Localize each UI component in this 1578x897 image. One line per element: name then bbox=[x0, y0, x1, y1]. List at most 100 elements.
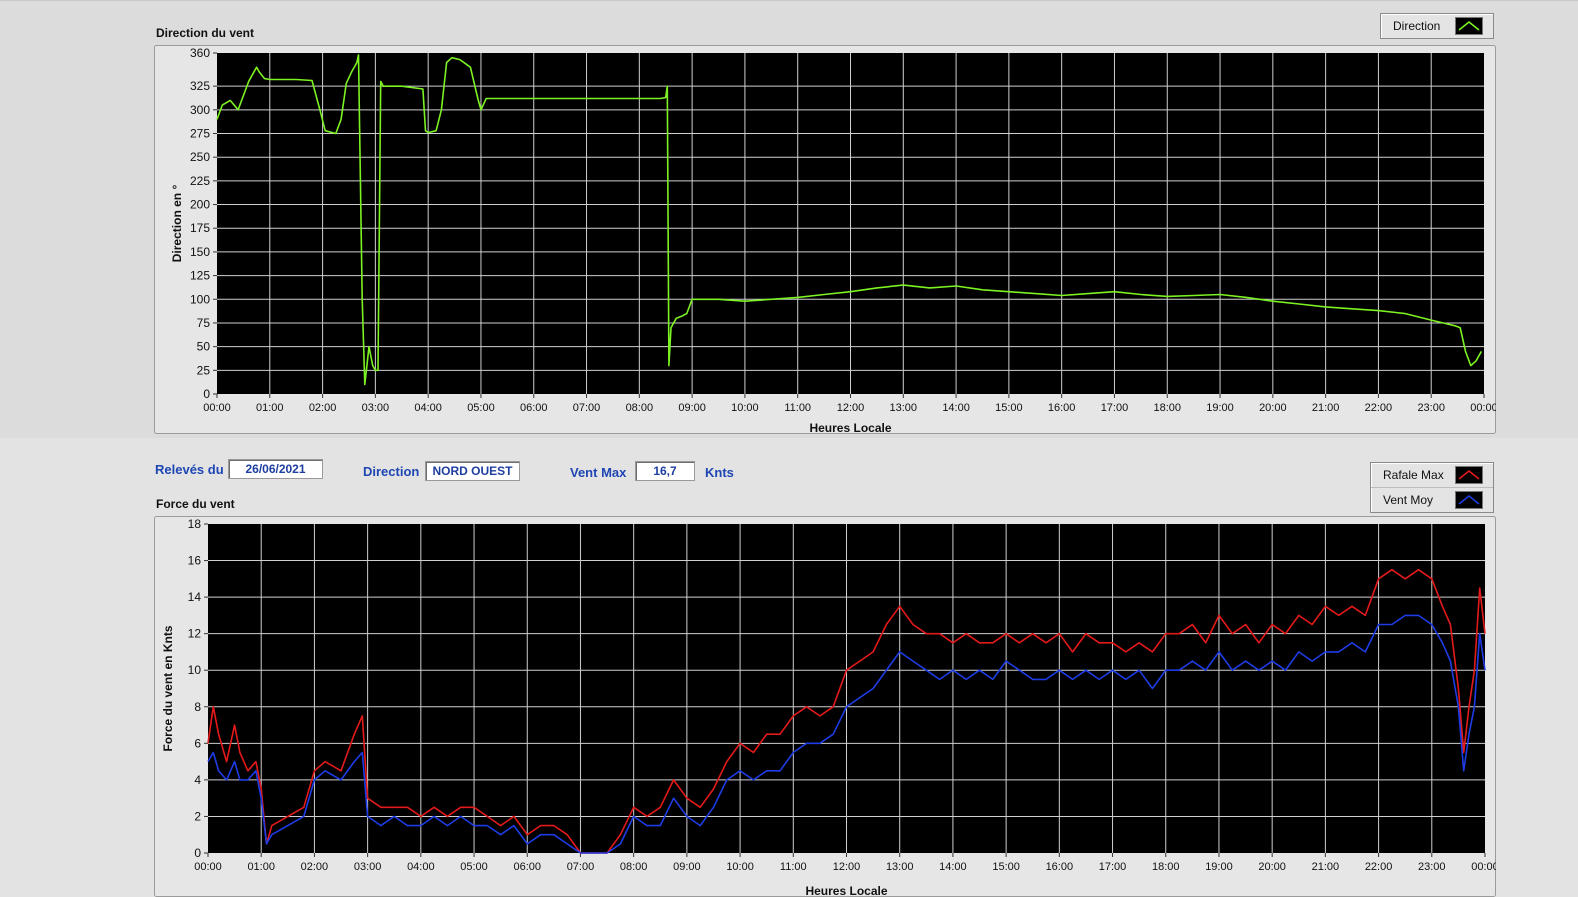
x-tick-label: 23:00 bbox=[1417, 402, 1445, 414]
y-tick-label: 18 bbox=[188, 517, 202, 531]
x-tick-label: 11:00 bbox=[780, 861, 807, 873]
y-tick-label: 325 bbox=[190, 79, 210, 93]
x-tick-label: 20:00 bbox=[1259, 402, 1287, 414]
x-tick-label: 21:00 bbox=[1312, 402, 1340, 414]
legend-item-vent-moy: Vent Moy bbox=[1371, 487, 1493, 512]
y-tick-label: 6 bbox=[194, 736, 201, 750]
x-tick-label: 18:00 bbox=[1153, 402, 1181, 414]
direction-field: NORD OUEST bbox=[425, 461, 520, 481]
x-tick-label: 14:00 bbox=[939, 861, 967, 873]
x-tick-label: 14:00 bbox=[942, 402, 970, 414]
x-tick-label: 15:00 bbox=[995, 402, 1023, 414]
y-tick-label: 25 bbox=[197, 363, 211, 377]
y-tick-label: 4 bbox=[194, 773, 201, 787]
x-tick-label: 01:00 bbox=[256, 402, 284, 414]
x-tick-label: 18:00 bbox=[1152, 861, 1180, 873]
y-axis-label: Direction en ° bbox=[170, 185, 184, 263]
x-tick-label: 03:00 bbox=[362, 402, 390, 414]
legend-label-rafale-max: Rafale Max bbox=[1383, 468, 1444, 482]
x-tick-label: 16:00 bbox=[1046, 861, 1074, 873]
x-tick-label: 10:00 bbox=[726, 861, 754, 873]
y-tick-label: 360 bbox=[190, 46, 210, 60]
y-tick-label: 275 bbox=[190, 127, 210, 141]
y-tick-label: 12 bbox=[188, 627, 202, 641]
y-tick-label: 10 bbox=[188, 663, 202, 677]
x-tick-label: 17:00 bbox=[1101, 402, 1129, 414]
direction-legend: Direction bbox=[1380, 13, 1494, 39]
x-tick-label: 23:00 bbox=[1418, 861, 1446, 873]
x-tick-label: 19:00 bbox=[1206, 402, 1234, 414]
x-tick-label: 22:00 bbox=[1365, 861, 1393, 873]
legend-item-rafale-max: Rafale Max bbox=[1371, 463, 1493, 487]
x-tick-label: 11:00 bbox=[784, 402, 811, 414]
date-field: 26/06/2021 bbox=[228, 459, 323, 479]
y-tick-label: 8 bbox=[194, 700, 201, 714]
x-tick-label: 05:00 bbox=[460, 861, 488, 873]
legend-label-vent-moy: Vent Moy bbox=[1383, 493, 1434, 507]
legend-swatch-direction bbox=[1455, 17, 1483, 35]
ventmax-unit: Knts bbox=[705, 465, 734, 480]
x-tick-label: 13:00 bbox=[890, 402, 918, 414]
legend-swatch-vent-moy bbox=[1455, 491, 1483, 509]
x-tick-label: 12:00 bbox=[833, 861, 861, 873]
x-tick-label: 09:00 bbox=[673, 861, 701, 873]
ventmax-field: 16,7 bbox=[635, 461, 695, 481]
x-tick-label: 00:00 bbox=[194, 861, 222, 873]
direction-label: Direction bbox=[363, 464, 420, 479]
y-tick-label: 75 bbox=[197, 316, 211, 330]
y-tick-label: 250 bbox=[190, 150, 210, 164]
x-tick-label: 08:00 bbox=[620, 861, 648, 873]
x-tick-label: 15:00 bbox=[992, 861, 1020, 873]
y-tick-label: 100 bbox=[190, 292, 210, 306]
x-axis-label: Heures Locale bbox=[805, 884, 887, 897]
x-tick-label: 20:00 bbox=[1258, 861, 1286, 873]
y-tick-label: 200 bbox=[190, 198, 210, 212]
force-legend: Rafale Max Vent Moy bbox=[1370, 462, 1494, 513]
x-tick-label: 16:00 bbox=[1048, 402, 1076, 414]
x-tick-label: 00:00 bbox=[1470, 402, 1496, 414]
y-axis-label: Force du vent en Knts bbox=[161, 625, 175, 751]
x-tick-label: 00:00 bbox=[203, 402, 231, 414]
x-tick-label: 07:00 bbox=[567, 861, 595, 873]
y-tick-label: 150 bbox=[190, 245, 210, 259]
x-tick-label: 06:00 bbox=[520, 402, 548, 414]
x-tick-label: 22:00 bbox=[1365, 402, 1393, 414]
y-tick-label: 175 bbox=[190, 221, 210, 235]
y-tick-label: 225 bbox=[190, 174, 210, 188]
direction-chart-title: Direction du vent bbox=[156, 26, 255, 40]
x-tick-label: 06:00 bbox=[513, 861, 541, 873]
x-tick-label: 21:00 bbox=[1312, 861, 1340, 873]
x-tick-label: 04:00 bbox=[407, 861, 435, 873]
x-tick-label: 03:00 bbox=[354, 861, 382, 873]
date-label: Relevés du bbox=[155, 462, 224, 477]
x-axis-label: Heures Locale bbox=[809, 421, 891, 434]
ventmax-label: Vent Max bbox=[570, 465, 627, 480]
force-chart-title: Force du vent bbox=[156, 497, 235, 511]
x-tick-label: 19:00 bbox=[1205, 861, 1233, 873]
x-tick-label: 04:00 bbox=[414, 402, 442, 414]
force-chart: 00:00 01:00 02:00 03:00 04:00 05:00 06:00 07:00… bbox=[154, 516, 1496, 897]
y-tick-label: 16 bbox=[188, 554, 202, 568]
x-tick-label: 07:00 bbox=[573, 402, 601, 414]
x-tick-label: 00:00 bbox=[1471, 861, 1496, 873]
y-tick-label: 125 bbox=[190, 269, 210, 283]
legend-label-direction: Direction bbox=[1393, 19, 1441, 33]
x-tick-label: 10:00 bbox=[731, 402, 759, 414]
y-tick-label: 300 bbox=[190, 103, 210, 117]
y-tick-label: 0 bbox=[203, 387, 210, 401]
legend-item-direction: Direction bbox=[1381, 14, 1493, 38]
direction-chart: 00:00 01:00 02:00 03:00 04:00 05:00 06:00 07:00… bbox=[154, 45, 1496, 434]
x-tick-label: 08:00 bbox=[626, 402, 654, 414]
legend-swatch-rafale-max bbox=[1455, 466, 1483, 484]
x-tick-label: 05:00 bbox=[467, 402, 495, 414]
y-tick-label: 50 bbox=[197, 340, 211, 354]
x-tick-label: 02:00 bbox=[309, 402, 337, 414]
y-tick-label: 2 bbox=[194, 809, 201, 823]
x-tick-label: 01:00 bbox=[247, 861, 275, 873]
x-tick-label: 12:00 bbox=[837, 402, 865, 414]
x-tick-label: 09:00 bbox=[678, 402, 706, 414]
x-tick-label: 17:00 bbox=[1099, 861, 1127, 873]
x-tick-label: 13:00 bbox=[886, 861, 914, 873]
y-tick-label: 0 bbox=[194, 846, 201, 860]
y-tick-label: 14 bbox=[188, 590, 202, 604]
